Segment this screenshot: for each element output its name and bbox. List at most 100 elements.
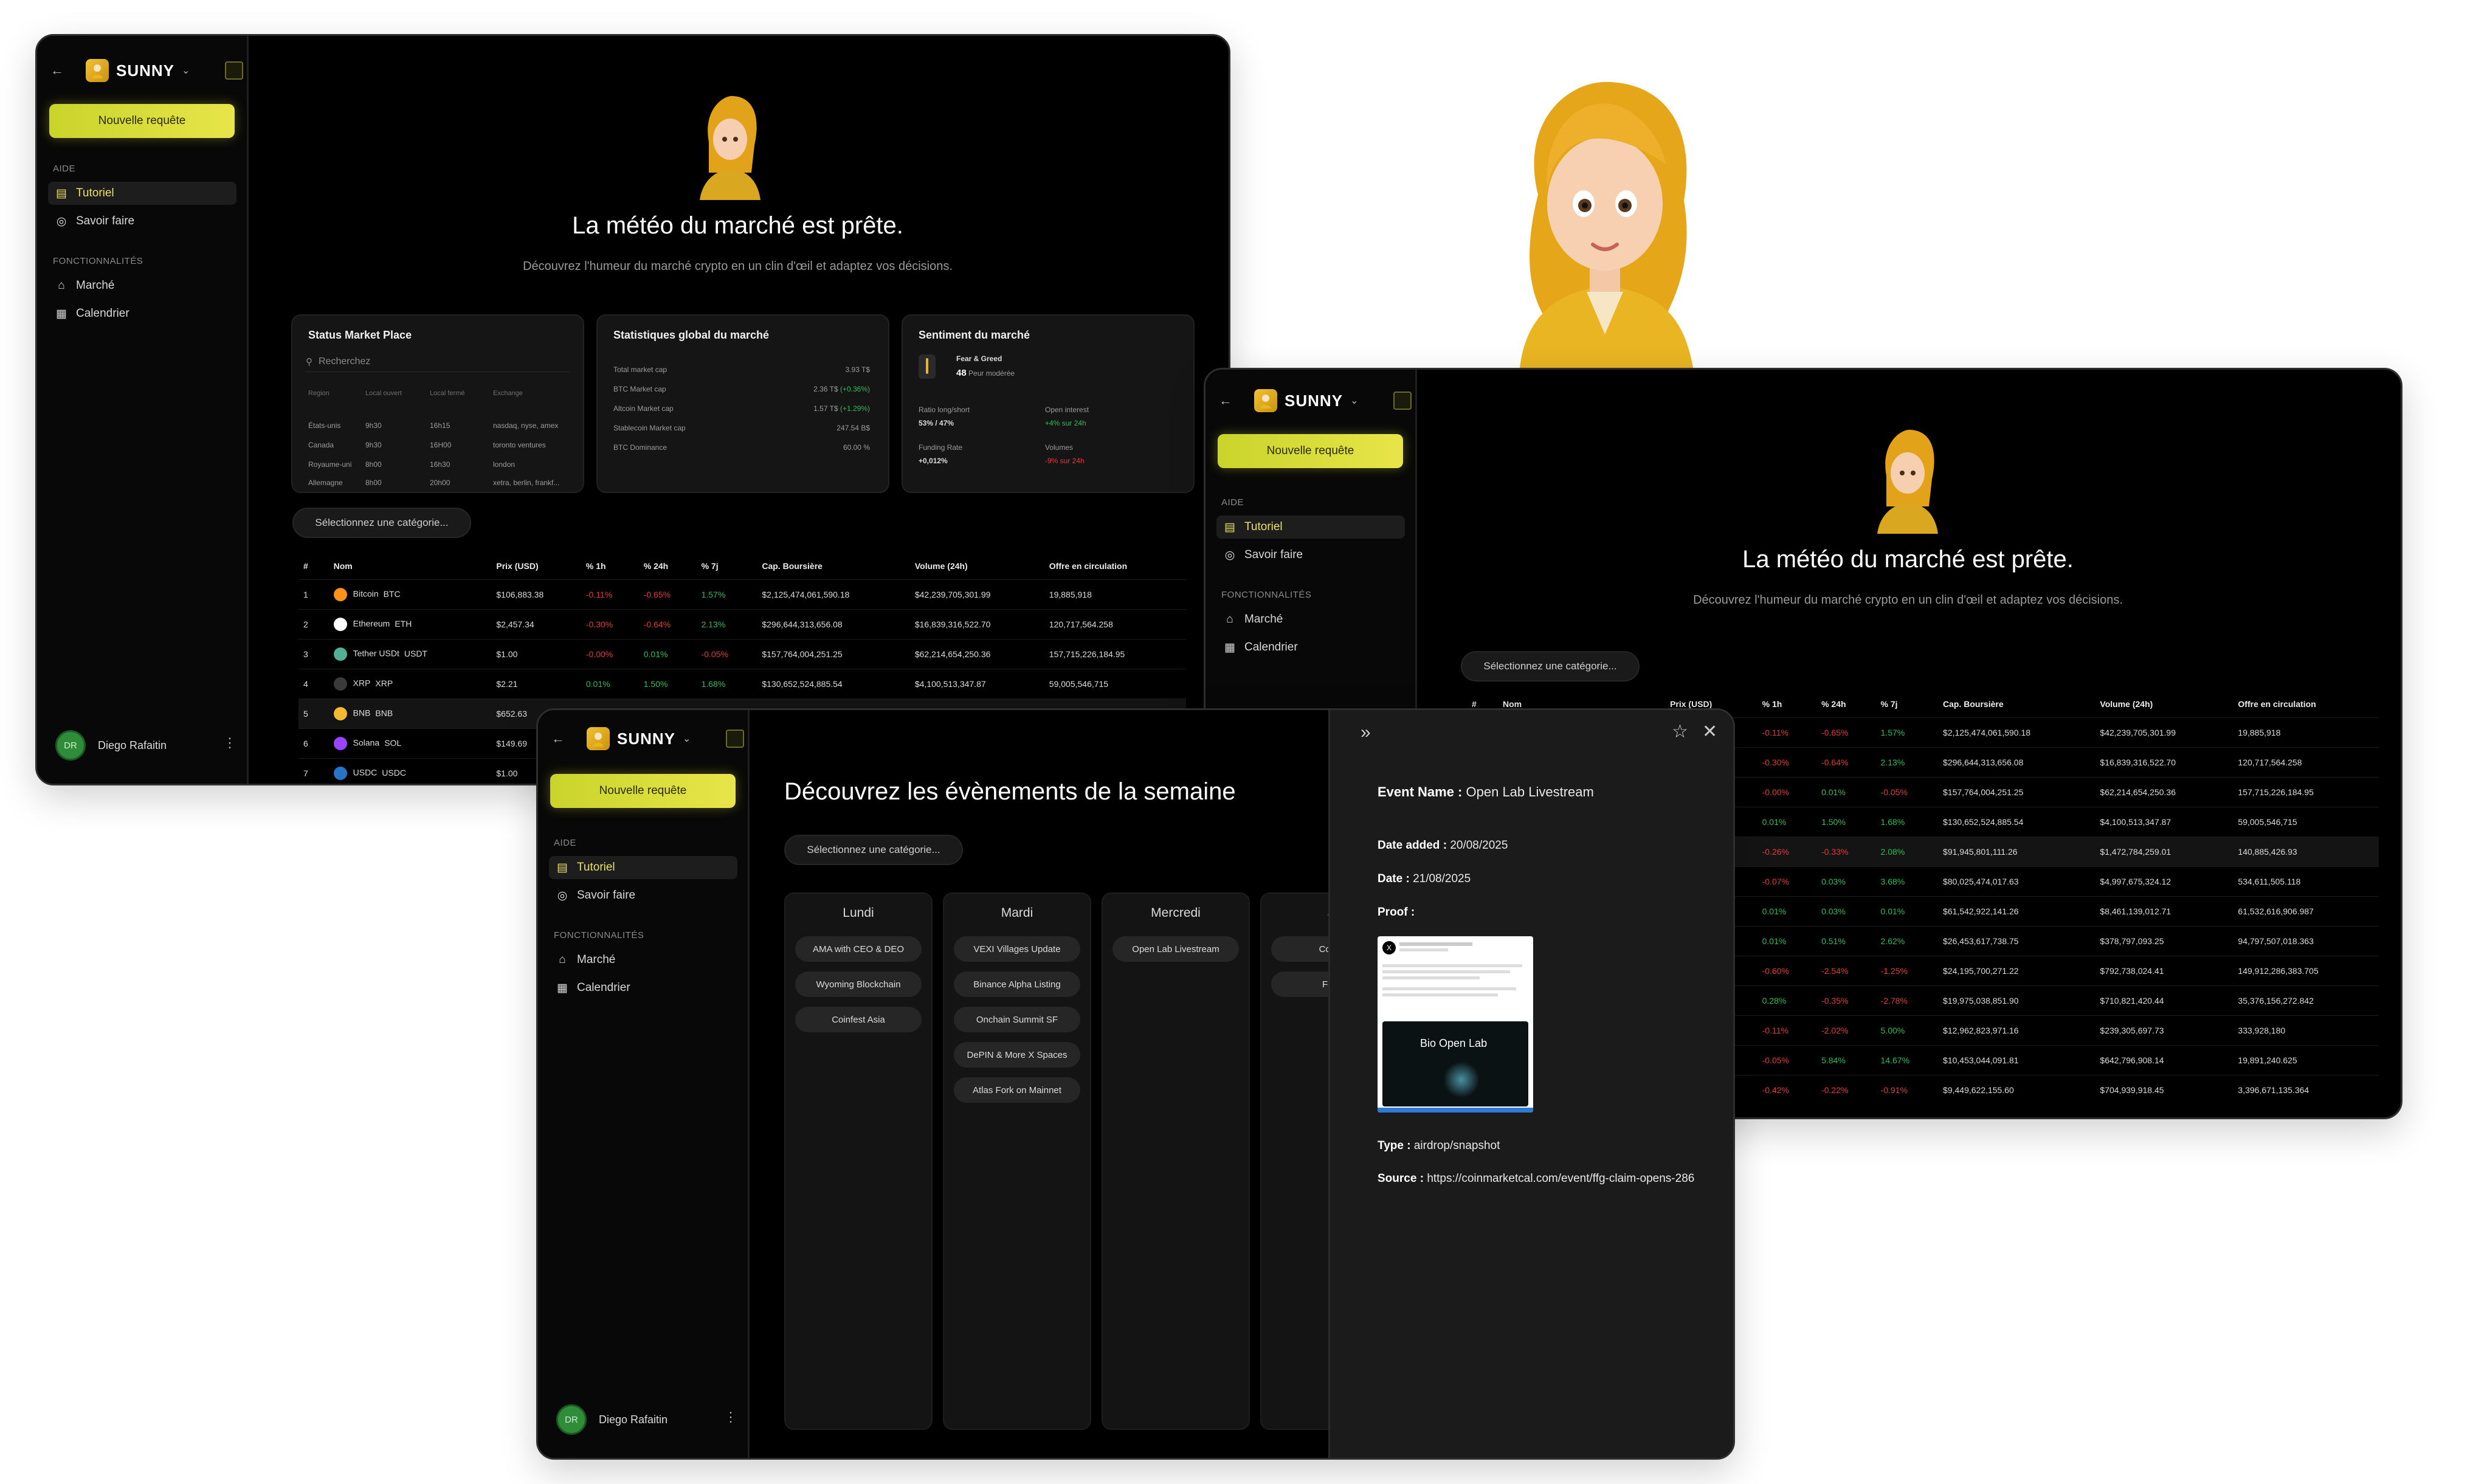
- star-icon[interactable]: ☆: [1672, 721, 1688, 742]
- supply-cell: 59,005,546,715: [2233, 807, 2379, 837]
- table-row[interactable]: 3 Tether USDt USDT $1.00-0.00%0.01%-0.05%$1…: [298, 639, 1186, 669]
- chevron-down-icon[interactable]: ⌄: [182, 64, 190, 77]
- stats-value: 2.36 T$ (+0.36%): [813, 385, 870, 393]
- table-row[interactable]: 2 Ethereum ETH $2,457.34-0.30%-0.64%2.13%$2…: [298, 609, 1186, 640]
- category-select[interactable]: Sélectionnez une catégorie...: [1461, 651, 1640, 682]
- event-pill[interactable]: Atlas Fork on Mainnet: [954, 1077, 1080, 1103]
- sidebar-toggle-icon[interactable]: [1393, 392, 1412, 410]
- column-header[interactable]: % 1h: [1757, 691, 1816, 718]
- back-arrow-icon[interactable]: ←: [50, 63, 64, 78]
- avatar: DR: [55, 730, 86, 761]
- event-pill[interactable]: Open Lab Livestream: [1112, 936, 1239, 962]
- sentiment-card: Sentiment du marché Fear & Greed 48 Peur…: [902, 314, 1195, 493]
- event-pill[interactable]: AMA with CEO & DEO: [795, 936, 922, 962]
- status-row: toronto ventures: [493, 441, 546, 449]
- column-header[interactable]: % 7j: [1876, 691, 1939, 718]
- d7-cell: -2.78%: [1875, 985, 1939, 1016]
- new-request-button[interactable]: Nouvelle requête: [49, 104, 235, 138]
- vol-cell: $42,239,705,301.99: [909, 579, 1044, 610]
- event-pill[interactable]: Onchain Summit SF: [954, 1007, 1080, 1032]
- nav-tutorial[interactable]: ▤ Tutoriel: [48, 182, 236, 205]
- back-arrow-icon[interactable]: ←: [1219, 393, 1232, 409]
- nav-calendar[interactable]: ▦ Calendrier: [48, 302, 236, 325]
- nav-knowhow[interactable]: ◎ Savoir faire: [1216, 544, 1405, 567]
- d7-cell: 2.13%: [1875, 747, 1939, 778]
- sidebar-header: ← SUNNY ⌄: [1219, 389, 1412, 412]
- stats-card-title: Statistiques global du marché: [613, 329, 770, 341]
- nav-knowhow[interactable]: ◎ Savoir faire: [48, 210, 236, 233]
- event-pill[interactable]: Coinfest Asia: [795, 1007, 922, 1032]
- close-icon[interactable]: ✕: [1702, 721, 1717, 742]
- supply-cell: 3,396,671,135.364: [2233, 1075, 2379, 1105]
- brand-name: SUNNY: [617, 729, 676, 748]
- cap-cell: $26,453,617,738.75: [1938, 926, 2095, 956]
- nav-tutorial-label: Tutoriel: [577, 861, 615, 874]
- column-header[interactable]: Offre en circulation: [2233, 691, 2379, 718]
- column-header[interactable]: Prix (USD): [491, 553, 581, 580]
- cap-cell: $91,945,801,111.26: [1938, 837, 2095, 867]
- table-row[interactable]: 4 XRP XRP $2.210.01%1.50%1.68%$130,652,524,…: [298, 669, 1186, 699]
- user-profile[interactable]: DR Diego Rafaitin: [55, 730, 167, 761]
- supply-cell: 157,715,226,184.95: [2233, 777, 2379, 807]
- sidebar-toggle-icon[interactable]: [726, 730, 745, 748]
- column-header[interactable]: #: [298, 553, 329, 580]
- nav-tutorial[interactable]: ▤ Tutoriel: [1216, 516, 1405, 539]
- more-options-icon[interactable]: ⋮: [223, 735, 236, 751]
- store-icon: ⌂: [1226, 613, 1233, 626]
- status-card-title: Status Market Place: [308, 329, 412, 341]
- sidebar-toggle-icon[interactable]: [225, 61, 244, 80]
- event-pill[interactable]: VEXI Villages Update: [954, 936, 1080, 962]
- column-header[interactable]: % 7j: [697, 553, 757, 580]
- back-arrow-icon[interactable]: ←: [551, 731, 565, 747]
- coin-symbol: BTC: [383, 588, 401, 599]
- proof-image[interactable]: X Bio Open Lab: [1378, 936, 1533, 1113]
- coin-icon: [333, 618, 347, 631]
- column-header[interactable]: Cap. Boursière: [757, 553, 910, 580]
- price-cell: $2.21: [491, 669, 581, 699]
- cap-cell: $2,125,474,061,590.18: [1938, 717, 2095, 748]
- new-request-button[interactable]: Nouvelle requête: [1218, 434, 1403, 468]
- chevron-down-icon[interactable]: ⌄: [1350, 395, 1358, 407]
- nav-market[interactable]: ⌂ Marché: [549, 948, 737, 972]
- price-cell: $1.00: [491, 639, 581, 669]
- coin-symbol: ETH: [395, 618, 412, 629]
- event-pill[interactable]: DePIN & More X Spaces: [954, 1042, 1080, 1068]
- nav-market[interactable]: ⌂ Marché: [1216, 608, 1405, 631]
- table-row[interactable]: 1BitcoinBTC$106,883.38-0.11%-0.65%1.57%$…: [298, 579, 1186, 610]
- nav-market-label: Marché: [1244, 613, 1283, 626]
- column-header[interactable]: % 1h: [581, 553, 639, 580]
- d7-cell: -0.05%: [1875, 777, 1939, 807]
- column-header[interactable]: % 24h: [639, 553, 697, 580]
- status-search-input[interactable]: ⚲ Recherchez: [306, 352, 570, 372]
- nav-calendar[interactable]: ▦ Calendrier: [1216, 636, 1405, 659]
- column-header[interactable]: Offre en circulation: [1044, 553, 1186, 580]
- source-link[interactable]: https://coinmarketcal.com/event/ffg-clai…: [1427, 1172, 1694, 1185]
- event-pill[interactable]: Wyoming Blockchain: [795, 972, 922, 997]
- d7-cell: 1.57%: [696, 579, 757, 610]
- more-options-icon[interactable]: ⋮: [724, 1409, 737, 1425]
- lightbulb-icon: ◎: [557, 889, 568, 902]
- user-profile[interactable]: DR Diego Rafaitin: [556, 1404, 667, 1435]
- column-header[interactable]: Volume (24h): [910, 553, 1044, 580]
- category-select[interactable]: Sélectionnez une catégorie...: [784, 835, 963, 865]
- column-header[interactable]: Nom: [329, 553, 492, 580]
- chevron-down-icon[interactable]: ⌄: [683, 733, 691, 745]
- event-pill[interactable]: Binance Alpha Listing: [954, 972, 1080, 997]
- new-request-button[interactable]: Nouvelle requête: [550, 774, 736, 808]
- stats-label: Altcoin Market cap: [613, 404, 674, 413]
- column-header[interactable]: % 24h: [1816, 691, 1875, 718]
- category-select[interactable]: Sélectionnez une catégorie...: [292, 508, 471, 538]
- collapse-panel-icon[interactable]: »: [1361, 722, 1371, 743]
- nav-calendar[interactable]: ▦ Calendrier: [549, 976, 737, 999]
- volumes-value: -9% sur 24h: [1045, 457, 1085, 465]
- h1-cell: -0.60%: [1757, 956, 1817, 986]
- nav-tutorial[interactable]: ▤ Tutoriel: [549, 856, 737, 879]
- column-header[interactable]: Cap. Boursière: [1938, 691, 2095, 718]
- market-window-main: ← SUNNY ⌄ Nouvelle requête AIDE ▤ Tutorie…: [35, 34, 1230, 785]
- book-icon: ▤: [56, 187, 67, 200]
- coin-name: XRP: [353, 678, 371, 688]
- nav-market[interactable]: ⌂ Marché: [48, 274, 236, 297]
- column-header[interactable]: Volume (24h): [2095, 691, 2233, 718]
- vol-cell: $239,305,697.73: [2095, 1015, 2233, 1046]
- nav-knowhow[interactable]: ◎ Savoir faire: [549, 884, 737, 907]
